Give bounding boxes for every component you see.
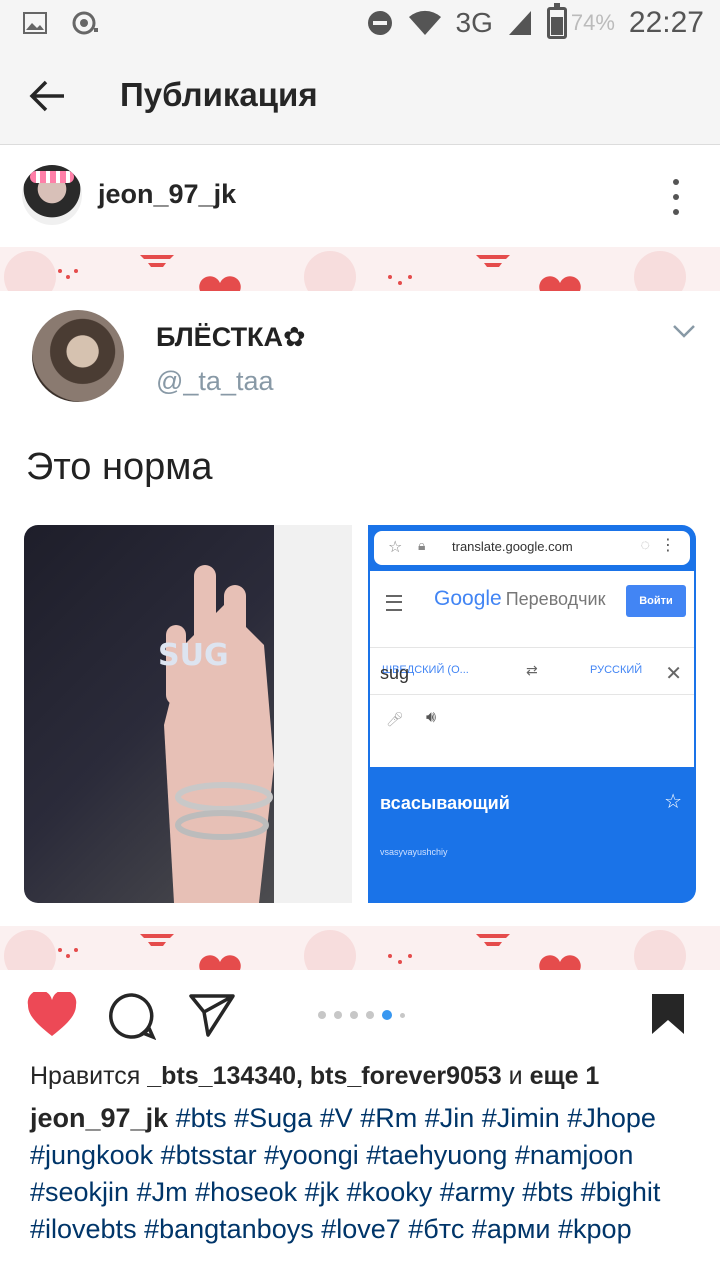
star-icon: ☆ bbox=[388, 539, 403, 556]
translate-input: sug bbox=[380, 663, 410, 683]
tweet-photo-translate: ☆ 🔒︎ translate.google.com ◌ ⋮ Google Пере… bbox=[368, 525, 696, 903]
wifi-icon bbox=[408, 10, 441, 35]
caption: jeon_97_jk #bts #Suga #V #Rm #Jin #Jimin… bbox=[30, 1100, 700, 1248]
tweet-display-name: БЛЁСТКА✿ bbox=[156, 322, 306, 352]
more-options-icon[interactable] bbox=[672, 179, 680, 215]
translate-languages: ШВЕДСКИЙ (О... ⇄ РУССКИЙ bbox=[370, 647, 694, 695]
translate-signin: Войти bbox=[626, 585, 686, 617]
translate-logo-sub: Переводчик bbox=[505, 589, 606, 609]
battery-icon bbox=[546, 3, 567, 39]
clear-icon: ✕ bbox=[665, 663, 682, 685]
back-arrow-icon[interactable] bbox=[28, 76, 68, 116]
translate-url: translate.google.com bbox=[452, 539, 573, 554]
swap-icon: ⇄ bbox=[526, 662, 538, 678]
carousel-dot bbox=[382, 1010, 392, 1020]
tweet-card[interactable]: БЛЁСТКА✿ @_ta_taa Это норма SUG ☆ 🔒︎ tra… bbox=[0, 292, 720, 926]
tweet-text: Это норма bbox=[26, 446, 213, 488]
tweet-photo-hand: SUG bbox=[24, 525, 352, 903]
battery-percent: 74% bbox=[570, 10, 615, 35]
do-not-disturb-icon bbox=[367, 11, 392, 35]
tweet-handle: @_ta_taa bbox=[156, 366, 274, 396]
likes-users[interactable]: _bts_134340, bts_forever9053 bbox=[147, 1062, 501, 1090]
decorative-strip-bottom bbox=[0, 926, 720, 970]
post-header: jeon_97_jk bbox=[0, 145, 720, 247]
translate-logo-text: Google bbox=[434, 587, 502, 610]
signal-icon bbox=[508, 11, 531, 35]
carousel-indicator bbox=[318, 1010, 405, 1020]
likes-more[interactable]: еще 1 bbox=[530, 1062, 600, 1090]
likes-line: Нравится _bts_134340, bts_forever9053 и … bbox=[30, 1062, 599, 1091]
target-language: РУССКИЙ bbox=[590, 664, 643, 676]
send-icon[interactable] bbox=[188, 992, 236, 1038]
translate-result: всасывающий bbox=[380, 793, 510, 813]
comment-bubble-icon[interactable] bbox=[108, 992, 156, 1040]
chevron-down-icon bbox=[673, 325, 695, 338]
hamburger-icon bbox=[386, 595, 402, 611]
menu-dots-icon: ⋮ bbox=[660, 537, 676, 554]
clock: 22:27 bbox=[628, 6, 704, 39]
translate-body: Google Переводчик Войти ШВЕДСКИЙ (О... ⇄ … bbox=[370, 571, 694, 767]
caption-username[interactable]: jeon_97_jk bbox=[30, 1103, 168, 1133]
avatar-flower-crown bbox=[30, 171, 74, 183]
likes-joiner: и bbox=[508, 1062, 523, 1090]
avatar[interactable] bbox=[22, 165, 82, 225]
decorative-strip-top bbox=[0, 247, 720, 291]
likes-prefix: Нравится bbox=[30, 1062, 141, 1090]
page-title: Публикация bbox=[120, 76, 318, 113]
translate-transliteration: vsasyvayushchiy bbox=[380, 847, 448, 857]
carousel-dot bbox=[366, 1011, 374, 1019]
reload-icon: ◌ bbox=[640, 537, 650, 554]
carousel-dot bbox=[334, 1011, 342, 1019]
network-type: 3G bbox=[455, 7, 493, 38]
translate-logo: Google Переводчик bbox=[434, 587, 605, 611]
translate-url-bar: ☆ 🔒︎ translate.google.com ◌ ⋮ bbox=[374, 531, 690, 565]
star-icon: ☆ bbox=[664, 791, 682, 813]
post-username[interactable]: jeon_97_jk bbox=[98, 179, 236, 210]
speaker-icon: 🔊︎ bbox=[426, 709, 437, 726]
camera-notification-icon bbox=[72, 11, 98, 35]
bookmark-filled-icon[interactable] bbox=[650, 992, 686, 1036]
ring-text: SUG bbox=[158, 638, 229, 673]
gallery-icon bbox=[23, 12, 47, 34]
app-bar: Публикация bbox=[0, 48, 720, 145]
carousel-dot bbox=[350, 1011, 358, 1019]
mic-icon: 🎤︎ bbox=[386, 711, 404, 727]
heart-filled-icon[interactable] bbox=[26, 992, 78, 1038]
carousel-dot bbox=[400, 1012, 405, 1018]
lock-icon: 🔒︎ bbox=[418, 537, 426, 553]
tweet-avatar bbox=[32, 310, 124, 402]
post-actions bbox=[0, 970, 720, 1054]
status-bar: 3G 74% 22:27 bbox=[0, 0, 720, 48]
carousel-dot bbox=[318, 1011, 326, 1019]
